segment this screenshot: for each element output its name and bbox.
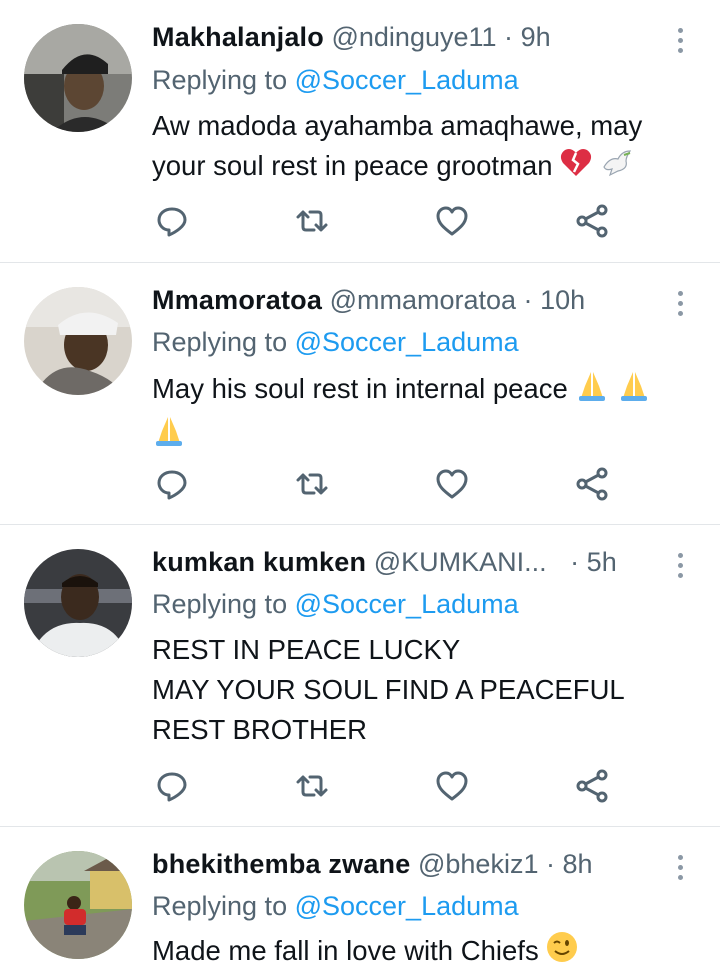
avatar[interactable] — [24, 24, 132, 132]
more-options-icon[interactable] — [670, 849, 690, 885]
replying-to: Replying to @Soccer_Laduma — [152, 889, 519, 923]
display-name[interactable]: bhekithemba zwane — [152, 849, 410, 879]
tweet-actions — [152, 203, 622, 239]
tweet-header: kumkan kumken @KUMKANI... · 5h — [152, 545, 660, 579]
avatar[interactable] — [24, 549, 132, 657]
like-icon[interactable] — [434, 203, 470, 239]
separator-dot: · — [523, 285, 533, 315]
reply-icon[interactable] — [154, 768, 190, 804]
folded-hands-icon — [575, 368, 609, 413]
replying-prefix: Replying to — [152, 327, 288, 357]
reply-icon[interactable] — [154, 203, 190, 239]
tweet-text-line: May his soul rest in internal peace — [152, 368, 690, 413]
timestamp[interactable]: 8h — [563, 849, 593, 879]
user-handle[interactable]: @bhekiz1 — [418, 849, 538, 879]
replying-prefix: Replying to — [152, 891, 288, 921]
tweet-text-fragment: Made me fall in love with Chiefs — [152, 935, 539, 966]
tweet-4[interactable]: bhekithemba zwane @bhekiz1 · 8h Replying… — [0, 827, 720, 968]
tweet-text-line: REST IN PEACE LUCKY — [152, 634, 461, 665]
dove-icon — [600, 148, 632, 188]
tweet-3[interactable]: kumkan kumken @KUMKANI... · 5h Replying … — [0, 525, 720, 827]
separator-dot: · — [545, 849, 555, 879]
replying-to-link[interactable]: @Soccer_Laduma — [295, 891, 519, 921]
retweet-icon[interactable] — [294, 203, 330, 239]
timestamp[interactable]: 5h — [587, 547, 617, 577]
share-icon[interactable] — [574, 768, 610, 804]
tweet-1[interactable]: Makhalanjalo @ndinguye11 · 9h Replying t… — [0, 0, 720, 263]
separator-dot: · — [570, 547, 580, 577]
retweet-icon[interactable] — [294, 466, 330, 502]
like-icon[interactable] — [434, 768, 470, 804]
reply-icon[interactable] — [154, 466, 190, 502]
folded-hands-icon — [617, 368, 651, 413]
separator-dot: · — [504, 22, 514, 52]
timestamp[interactable]: 9h — [521, 22, 551, 52]
tweet-text-line — [152, 413, 690, 458]
tweet-text-line: REST BROTHER — [152, 714, 367, 745]
tweet-header: Makhalanjalo @ndinguye11 · 9h — [152, 20, 660, 54]
tweet-actions — [152, 466, 622, 502]
tweet-actions — [152, 768, 622, 804]
tweet-text-fragment: your soul rest in peace grootman — [152, 150, 553, 181]
replying-to: Replying to @Soccer_Laduma — [152, 587, 519, 621]
folded-hands-icon — [152, 413, 186, 458]
tweet-text-fragment: May his soul rest in internal peace — [152, 372, 568, 404]
share-icon[interactable] — [574, 466, 610, 502]
replying-prefix: Replying to — [152, 589, 288, 619]
replying-to-link[interactable]: @Soccer_Laduma — [295, 327, 519, 357]
user-handle[interactable]: @mmamoratoa — [330, 285, 516, 315]
replying-to: Replying to @Soccer_Laduma — [152, 63, 519, 97]
tweet-text: Aw madoda ayahamba amaqhawe, may your so… — [152, 106, 690, 188]
avatar[interactable] — [24, 851, 132, 959]
more-options-icon[interactable] — [670, 22, 690, 58]
tweet-header: Mmamoratoa @mmamoratoa · 10h — [152, 283, 660, 317]
tweet-header: bhekithemba zwane @bhekiz1 · 8h — [152, 847, 660, 881]
like-icon[interactable] — [434, 466, 470, 502]
more-options-icon[interactable] — [670, 285, 690, 321]
display-name[interactable]: Makhalanjalo — [152, 22, 324, 52]
tweet-text-line: your soul rest in peace grootman — [152, 146, 690, 188]
timestamp[interactable]: 10h — [540, 285, 585, 315]
tweet-text-line: Aw madoda ayahamba amaqhawe, may — [152, 110, 643, 141]
replying-prefix: Replying to — [152, 65, 288, 95]
tweet-text: REST IN PEACE LUCKY MAY YOUR SOUL FIND A… — [152, 630, 690, 750]
replying-to: Replying to @Soccer_Laduma — [152, 325, 519, 359]
replying-to-link[interactable]: @Soccer_Laduma — [295, 589, 519, 619]
tweet-text-line: MAY YOUR SOUL FIND A PEACEFUL — [152, 674, 625, 705]
retweet-icon[interactable] — [294, 768, 330, 804]
user-handle[interactable]: @ndinguye11 — [331, 22, 496, 52]
user-handle[interactable]: @KUMKANI... — [374, 547, 547, 577]
tweet-text: May his soul rest in internal peace — [152, 368, 690, 458]
broken-heart-icon — [560, 147, 592, 188]
display-name[interactable]: kumkan kumken — [152, 547, 366, 577]
share-icon[interactable] — [574, 203, 610, 239]
display-name[interactable]: Mmamoratoa — [152, 285, 322, 315]
replying-to-link[interactable]: @Soccer_Laduma — [295, 65, 519, 95]
more-options-icon[interactable] — [670, 547, 690, 583]
avatar[interactable] — [24, 287, 132, 395]
tweet-2[interactable]: Mmamoratoa @mmamoratoa · 10h Replying to… — [0, 263, 720, 525]
